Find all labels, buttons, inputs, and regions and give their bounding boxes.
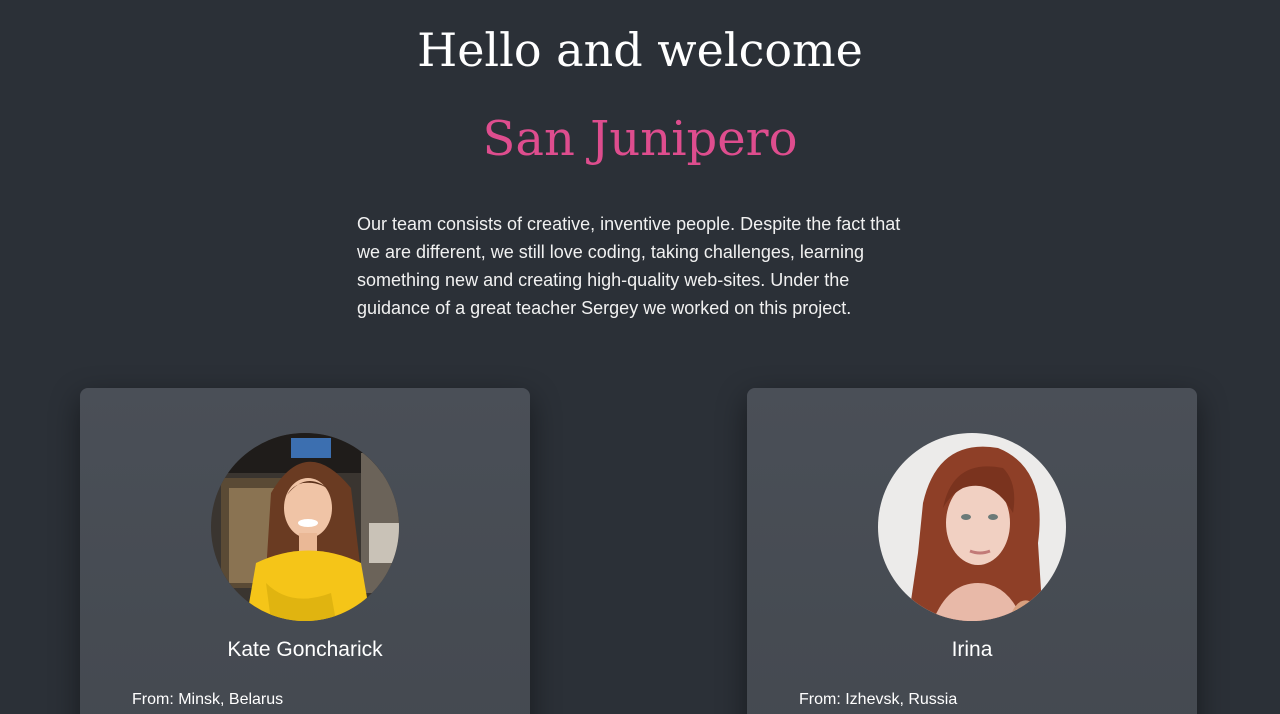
member-name: Irina — [951, 638, 993, 661]
member-location: From: Minsk, Belarus — [132, 691, 284, 708]
page-title: Hello and welcome — [417, 23, 863, 77]
member-location: From: Izhevsk, Russia — [799, 691, 958, 708]
avatar — [211, 433, 399, 621]
team-member-card-kate: Kate Goncharick From: Minsk, Belarus — [80, 388, 530, 714]
portrait-photo — [211, 433, 399, 621]
team-description: Our team consists of creative, inventive… — [357, 214, 901, 318]
avatar — [878, 433, 1066, 621]
brand-title: San Junipero — [482, 111, 798, 167]
member-name: Kate Goncharick — [227, 638, 383, 661]
portrait-photo — [878, 433, 1066, 621]
team-member-card-irina: Irina From: Izhevsk, Russia — [747, 388, 1197, 714]
